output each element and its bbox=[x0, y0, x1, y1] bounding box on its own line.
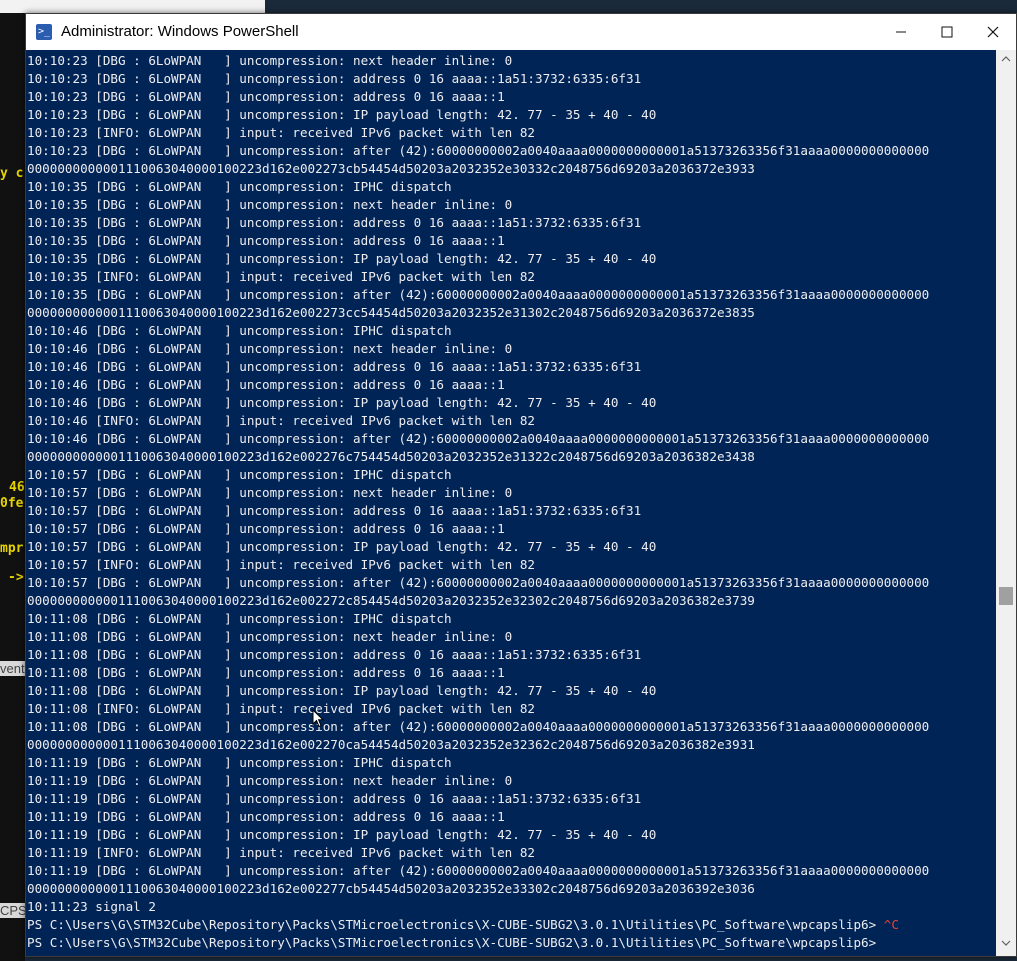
console-line: 10:11:08 [DBG : 6LoWPAN ] uncompression:… bbox=[27, 665, 505, 680]
console-line: 10:10:35 [DBG : 6LoWPAN ] uncompression:… bbox=[27, 179, 452, 194]
console-line: 10:10:35 [DBG : 6LoWPAN ] uncompression:… bbox=[27, 233, 505, 248]
console-line: 10:10:57 [DBG : 6LoWPAN ] uncompression:… bbox=[27, 503, 642, 518]
console-line: 10:10:23 [DBG : 6LoWPAN ] uncompression:… bbox=[27, 89, 505, 104]
console-line: 10:11:23 signal 2 bbox=[27, 899, 156, 914]
console-line: 10:10:57 [DBG : 6LoWPAN ] uncompression:… bbox=[27, 521, 505, 536]
console-line: 10:10:46 [DBG : 6LoWPAN ] uncompression:… bbox=[27, 395, 657, 410]
console-line: 10:10:23 [DBG : 6LoWPAN ] uncompression:… bbox=[27, 143, 930, 158]
console-line: 10:11:08 [DBG : 6LoWPAN ] uncompression:… bbox=[27, 629, 513, 644]
close-button[interactable] bbox=[970, 14, 1016, 50]
console-line: 0000000000001110063040000100223d162e0022… bbox=[27, 305, 755, 320]
console-line: 0000000000001110063040000100223d162e0022… bbox=[27, 161, 755, 176]
vertical-scrollbar[interactable] bbox=[996, 50, 1016, 956]
console-line: 10:10:46 [DBG : 6LoWPAN ] uncompression:… bbox=[27, 431, 930, 446]
console-line: 0000000000001110063040000100223d162e0022… bbox=[27, 449, 755, 464]
console-line: 10:10:57 [DBG : 6LoWPAN ] uncompression:… bbox=[27, 575, 930, 590]
background-fragment: vents bbox=[0, 661, 25, 676]
console-line: 0000000000001110063040000100223d162e0022… bbox=[27, 737, 755, 752]
background-fragment: 0fe bbox=[0, 496, 24, 511]
console-line: 10:10:35 [DBG : 6LoWPAN ] uncompression:… bbox=[27, 197, 513, 212]
console-line: 10:10:46 [DBG : 6LoWPAN ] uncompression:… bbox=[27, 341, 513, 356]
background-fragment: CPS bbox=[0, 903, 25, 918]
powershell-icon: >_ bbox=[36, 24, 52, 40]
console-line: 10:10:35 [DBG : 6LoWPAN ] uncompression:… bbox=[27, 215, 642, 230]
prompt-line-current[interactable]: PS C:\Users\G\STM32Cube\Repository\Packs… bbox=[27, 934, 986, 952]
background-window-top bbox=[0, 0, 265, 13]
console-line: 10:11:08 [DBG : 6LoWPAN ] uncompression:… bbox=[27, 611, 452, 626]
console-line: 0000000000001110063040000100223d162e0022… bbox=[27, 881, 755, 896]
console-line: 10:10:57 [INFO: 6LoWPAN ] input: receive… bbox=[27, 557, 535, 572]
console-line: 10:10:35 [INFO: 6LoWPAN ] input: receive… bbox=[27, 269, 535, 284]
console-line: 10:10:46 [DBG : 6LoWPAN ] uncompression:… bbox=[27, 359, 642, 374]
background-fragment: -> bbox=[8, 570, 24, 585]
window-title: Administrator: Windows PowerShell bbox=[61, 23, 299, 40]
scroll-down-button[interactable] bbox=[996, 936, 1016, 954]
console-line: 10:10:23 [DBG : 6LoWPAN ] uncompression:… bbox=[27, 71, 642, 86]
minimize-icon bbox=[896, 31, 906, 33]
chevron-down-icon bbox=[1001, 940, 1011, 946]
console-line: 10:11:19 [DBG : 6LoWPAN ] uncompression:… bbox=[27, 863, 930, 878]
console-line: 10:10:35 [DBG : 6LoWPAN ] uncompression:… bbox=[27, 287, 930, 302]
console-line: 10:10:57 [DBG : 6LoWPAN ] uncompression:… bbox=[27, 539, 657, 554]
ctrl-c-text: ^C bbox=[883, 917, 899, 932]
console-line: 10:11:19 [DBG : 6LoWPAN ] uncompression:… bbox=[27, 791, 642, 806]
maximize-icon bbox=[941, 26, 953, 38]
title-bar[interactable]: >_ Administrator: Windows PowerShell bbox=[26, 14, 1016, 50]
console-line: 10:11:19 [DBG : 6LoWPAN ] uncompression:… bbox=[27, 755, 452, 770]
background-fragment: 46 bbox=[9, 480, 25, 495]
console-line: 10:10:23 [DBG : 6LoWPAN ] uncompression:… bbox=[27, 107, 657, 122]
console-line: 10:10:57 [DBG : 6LoWPAN ] uncompression:… bbox=[27, 485, 513, 500]
chevron-up-icon bbox=[1001, 56, 1011, 62]
console-line: 10:11:19 [DBG : 6LoWPAN ] uncompression:… bbox=[27, 827, 657, 842]
console-line: 10:11:08 [DBG : 6LoWPAN ] uncompression:… bbox=[27, 647, 642, 662]
background-fragment: y c bbox=[0, 166, 24, 181]
minimize-button[interactable] bbox=[878, 14, 924, 50]
console-line: 10:10:46 [INFO: 6LoWPAN ] input: receive… bbox=[27, 413, 535, 428]
prompt-text: PS C:\Users\G\STM32Cube\Repository\Packs… bbox=[27, 917, 884, 932]
console-line: 10:10:23 [INFO: 6LoWPAN ] input: receive… bbox=[27, 125, 535, 140]
console-output[interactable]: 10:10:23 [DBG : 6LoWPAN ] uncompression:… bbox=[26, 50, 986, 956]
console-line: 10:11:08 [INFO: 6LoWPAN ] input: receive… bbox=[27, 701, 535, 716]
console-line: 10:10:23 [DBG : 6LoWPAN ] uncompression:… bbox=[27, 53, 513, 68]
console-line: 10:10:46 [DBG : 6LoWPAN ] uncompression:… bbox=[27, 377, 505, 392]
scrollbar-thumb[interactable] bbox=[999, 587, 1013, 605]
console-line: 10:10:57 [DBG : 6LoWPAN ] uncompression:… bbox=[27, 467, 452, 482]
console-line: 10:11:19 [INFO: 6LoWPAN ] input: receive… bbox=[27, 845, 535, 860]
console-line: 10:11:08 [DBG : 6LoWPAN ] uncompression:… bbox=[27, 719, 930, 734]
powershell-window[interactable]: >_ Administrator: Windows PowerShell 10:… bbox=[25, 13, 1017, 957]
mouse-pointer-icon bbox=[312, 709, 324, 728]
console-line: 10:11:08 [DBG : 6LoWPAN ] uncompression:… bbox=[27, 683, 657, 698]
console-line: 10:10:35 [DBG : 6LoWPAN ] uncompression:… bbox=[27, 251, 657, 266]
maximize-button[interactable] bbox=[924, 14, 970, 50]
prompt-line: PS C:\Users\G\STM32Cube\Repository\Packs… bbox=[27, 916, 986, 934]
console-line: 10:11:19 [DBG : 6LoWPAN ] uncompression:… bbox=[27, 809, 505, 824]
console-line: 10:10:46 [DBG : 6LoWPAN ] uncompression:… bbox=[27, 323, 452, 338]
close-icon bbox=[987, 26, 999, 38]
background-fragment: mpr bbox=[0, 541, 24, 556]
console-line: 10:11:19 [DBG : 6LoWPAN ] uncompression:… bbox=[27, 773, 513, 788]
scroll-up-button[interactable] bbox=[996, 52, 1016, 70]
console-line: 0000000000001110063040000100223d162e0022… bbox=[27, 593, 755, 608]
